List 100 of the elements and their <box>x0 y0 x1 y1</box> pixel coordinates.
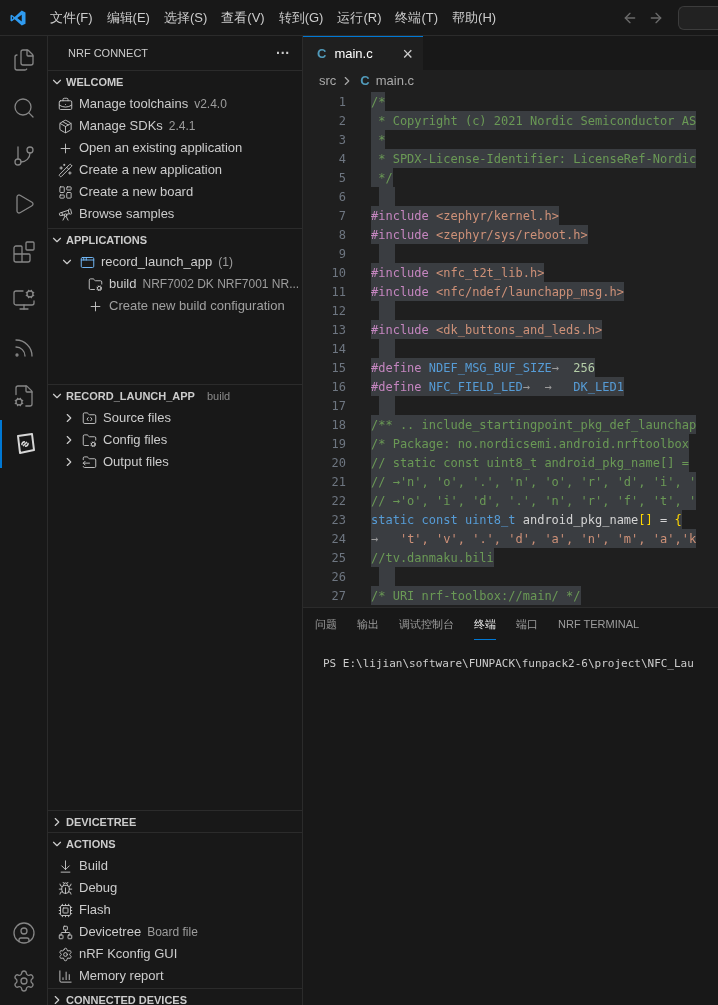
section-header[interactable]: RECORD_LAUNCH_APP <box>66 387 195 405</box>
tree-item[interactable]: Manage SDKs <box>79 116 163 136</box>
tree-item[interactable]: Debug <box>79 878 118 898</box>
line-number: 9 <box>337 245 346 263</box>
download-icon <box>58 858 73 874</box>
more-actions-button[interactable]: ··· <box>276 42 290 64</box>
menu-item[interactable]: 编辑(E) <box>99 7 157 28</box>
panel-tab[interactable]: 终端 <box>474 610 496 640</box>
sidebar-title: NRF CONNECT <box>68 45 150 61</box>
panel-tab[interactable]: 端口 <box>516 610 538 640</box>
terminal-output: PS E:\lijian\software\FUNPACK\funpack2-6\project\NFC_Lau <box>323 657 694 670</box>
item-description: (1) <box>218 254 233 271</box>
item-description: 2.4.1 <box>168 118 196 135</box>
tree-item[interactable]: Build <box>79 856 108 876</box>
menu-item[interactable]: 帮助(H) <box>445 7 504 28</box>
breadcrumb-item[interactable]: src <box>319 71 337 91</box>
section-header[interactable]: WELCOME <box>66 73 124 91</box>
line-number: 2 <box>337 112 346 130</box>
panel-tab[interactable]: NRF TERMINAL <box>558 610 640 640</box>
line-number: 14 <box>330 340 346 358</box>
files-icon[interactable] <box>11 48 36 72</box>
line-number: 1 <box>337 93 346 111</box>
line-number: 7 <box>337 207 346 225</box>
line-number: 18 <box>330 416 346 434</box>
tree-item[interactable]: Source files <box>103 408 171 428</box>
line-number: 8 <box>337 226 346 244</box>
magic-wand-icon <box>58 162 73 178</box>
tree-item[interactable]: Create new build configuration <box>109 296 285 316</box>
chip-icon <box>58 902 73 918</box>
folder-output-icon <box>82 454 97 470</box>
extensions-icon[interactable] <box>11 240 36 264</box>
settings-icon[interactable] <box>11 969 36 993</box>
tree-item[interactable]: Devicetree <box>79 922 142 942</box>
settings-icon <box>58 946 73 962</box>
app-logo <box>9 8 27 27</box>
section-header[interactable]: ACTIONS <box>66 835 116 853</box>
close-button[interactable]: × <box>402 44 413 63</box>
tab-label: main.c <box>334 44 374 63</box>
source-control-icon[interactable] <box>11 144 36 168</box>
line-number: 20 <box>330 454 346 472</box>
tree-item[interactable]: Flash <box>79 900 111 920</box>
tree-item[interactable]: nRF Kconfig GUI <box>79 944 178 964</box>
tree-item[interactable]: Config files <box>103 430 168 450</box>
tree-item[interactable]: Open an existing application <box>79 138 243 158</box>
search-icon[interactable] <box>11 96 36 120</box>
c-file-icon: C <box>360 71 370 91</box>
line-number: 15 <box>330 359 346 377</box>
tree-item[interactable]: Create a new board <box>79 182 194 202</box>
line-number: 21 <box>330 473 346 491</box>
line-number: 17 <box>330 397 346 415</box>
menu-item[interactable]: 终端(T) <box>388 7 446 28</box>
line-number: 27 <box>330 587 346 605</box>
line-number: 23 <box>330 511 346 529</box>
line-number: 5 <box>337 169 346 187</box>
package-icon <box>58 118 73 134</box>
menu-item[interactable]: 文件(F) <box>43 7 100 28</box>
bug-icon <box>58 880 73 896</box>
item-description: Board file <box>147 924 198 941</box>
tree-item[interactable]: Create a new application <box>79 160 223 180</box>
telescope-icon <box>58 206 73 222</box>
item-description: NRF7002 DK NRF7001 NR... <box>142 276 300 293</box>
line-number: 24 <box>330 530 346 548</box>
tree-item[interactable]: build <box>109 274 137 294</box>
breadcrumb-item[interactable]: main.c <box>375 71 415 91</box>
line-number: 4 <box>337 150 346 168</box>
account-icon[interactable] <box>11 921 36 945</box>
line-number: 6 <box>337 188 346 206</box>
section-header[interactable]: APPLICATIONS <box>66 231 148 249</box>
line-number: 25 <box>330 549 346 567</box>
folder-gear-icon <box>82 432 97 448</box>
menu-item[interactable]: 运行(R) <box>330 7 389 28</box>
panel-tab[interactable]: 调试控制台 <box>399 610 454 640</box>
toolbox-icon <box>58 96 73 112</box>
remote-monitor-icon[interactable] <box>11 288 36 312</box>
tree-item[interactable]: Browse samples <box>79 204 175 224</box>
line-number: 19 <box>330 435 346 453</box>
plus-icon <box>88 298 103 314</box>
line-number: 16 <box>330 378 346 396</box>
menu-item[interactable]: 查看(V) <box>214 7 272 28</box>
line-number: 10 <box>330 264 346 282</box>
line-number: 13 <box>330 321 346 339</box>
panel-tab[interactable]: 问题 <box>315 610 337 640</box>
tree-item[interactable]: Output files <box>103 452 169 472</box>
section-description: build <box>206 388 231 404</box>
panel-tab[interactable]: 输出 <box>357 610 379 640</box>
line-number: 12 <box>330 302 346 320</box>
folder-gear-icon <box>88 276 103 292</box>
board-icon <box>58 184 73 200</box>
line-number: 26 <box>330 568 346 586</box>
menu-item[interactable]: 转到(G) <box>271 7 331 28</box>
tree-item[interactable]: record_launch_app <box>101 252 213 272</box>
section-header[interactable]: DEVICETREE <box>66 813 137 831</box>
folder-code-icon <box>82 410 97 426</box>
tree-item[interactable]: Memory report <box>79 966 164 986</box>
app-window-icon <box>80 254 95 270</box>
menu-item[interactable]: 选择(S) <box>156 7 215 28</box>
c-file-icon: C <box>317 43 327 64</box>
editor-tab[interactable]: C main.c × <box>303 36 423 70</box>
tree-item[interactable]: Manage toolchains <box>79 94 189 114</box>
section-header[interactable]: CONNECTED DEVICES <box>66 991 188 1005</box>
